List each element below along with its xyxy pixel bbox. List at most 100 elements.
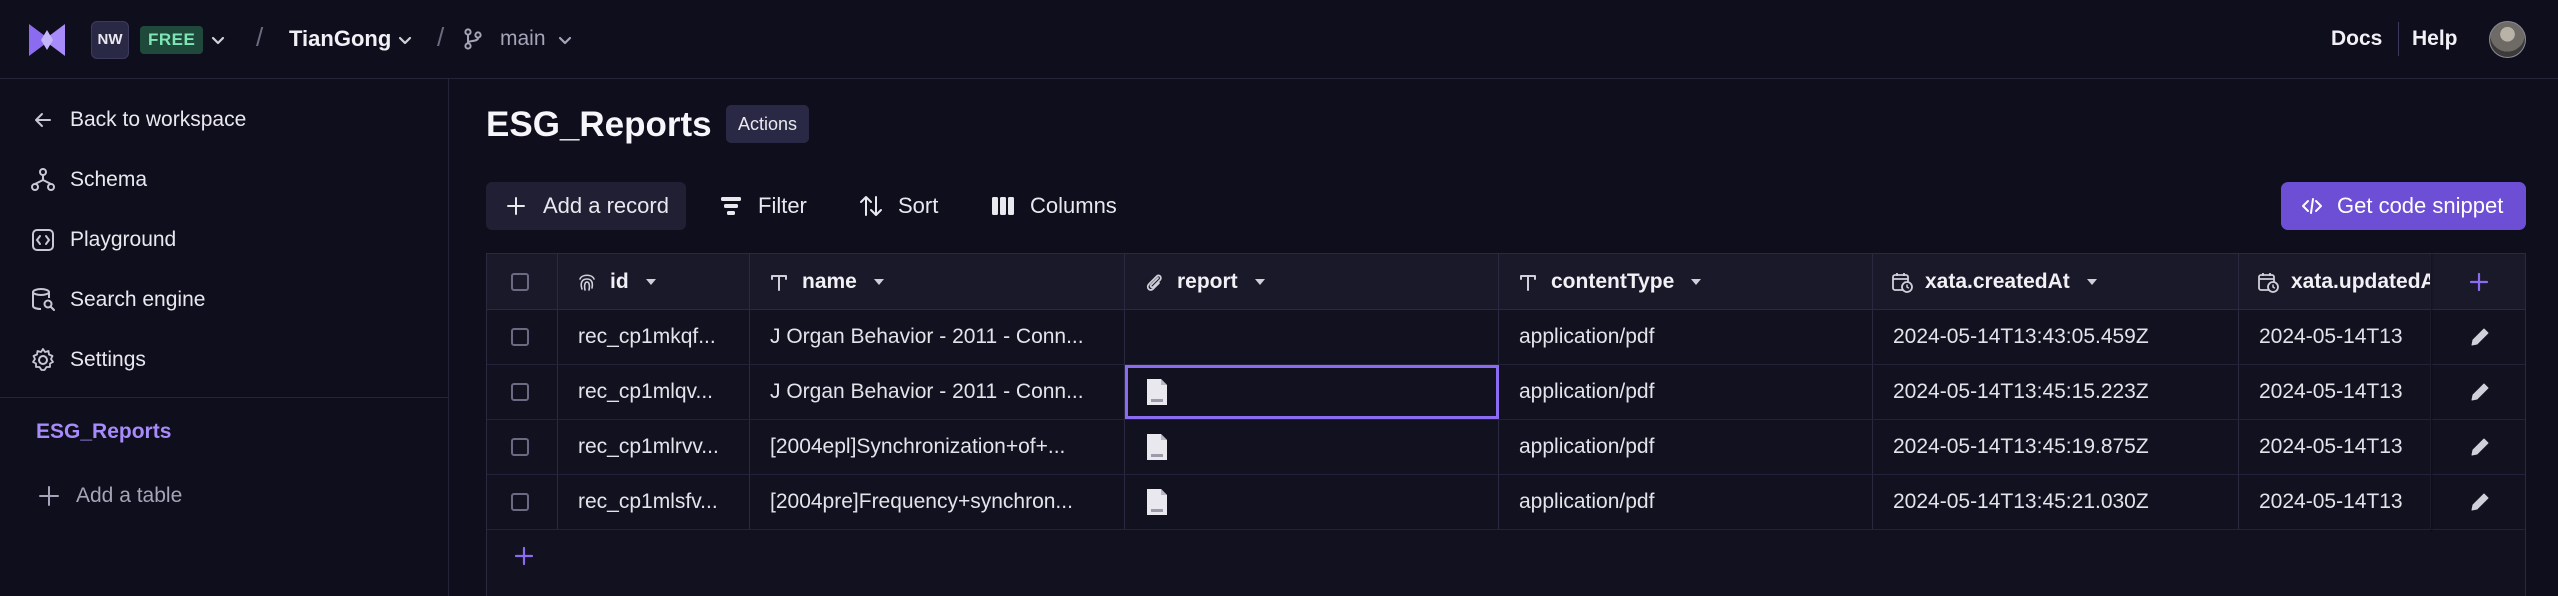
row-checkbox[interactable] bbox=[511, 328, 529, 346]
add-column-button[interactable] bbox=[2430, 254, 2525, 309]
sidebar-table-esg-reports[interactable]: ESG_Reports bbox=[36, 420, 171, 444]
branch-name[interactable]: main bbox=[500, 27, 546, 51]
column-header-id[interactable]: id bbox=[558, 254, 750, 309]
file-thumbnail-icon[interactable] bbox=[1145, 488, 1169, 516]
cell-updatedat[interactable]: 2024-05-14T13 bbox=[2239, 365, 2430, 419]
cell-contenttype[interactable]: application/pdf bbox=[1499, 475, 1873, 529]
workspace-avatar[interactable]: NW bbox=[91, 21, 129, 59]
file-thumbnail-icon[interactable] bbox=[1145, 433, 1169, 461]
row-checkbox-cell bbox=[487, 420, 558, 474]
user-avatar[interactable] bbox=[2489, 21, 2526, 58]
plus-icon bbox=[507, 197, 525, 215]
pencil-icon[interactable] bbox=[2468, 380, 2492, 404]
cell-id[interactable]: rec_cp1mlrvv... bbox=[558, 420, 750, 474]
chevron-down-icon[interactable] bbox=[556, 31, 574, 49]
column-header-report[interactable]: report bbox=[1125, 254, 1499, 309]
sidebar-item-playground[interactable]: Playground bbox=[30, 225, 176, 255]
row-edit-cell bbox=[2430, 420, 2525, 474]
breadcrumb-separator: / bbox=[437, 22, 445, 52]
git-branch-icon bbox=[464, 28, 482, 50]
column-header-createdat[interactable]: xata.createdAt bbox=[1873, 254, 2239, 309]
column-scroll-shadow bbox=[2430, 254, 2434, 532]
docs-link[interactable]: Docs bbox=[2331, 27, 2382, 51]
calendar-clock-icon bbox=[2258, 272, 2279, 293]
column-header-contenttype[interactable]: contentType bbox=[1499, 254, 1873, 309]
project-name[interactable]: TianGong bbox=[289, 26, 391, 52]
pencil-icon[interactable] bbox=[2468, 435, 2492, 459]
row-checkbox[interactable] bbox=[511, 493, 529, 511]
sort-button[interactable]: Sort bbox=[858, 182, 938, 230]
column-header-updatedat[interactable]: xata.updatedAt bbox=[2239, 254, 2430, 309]
chevron-down-icon[interactable] bbox=[396, 31, 414, 49]
pencil-icon[interactable] bbox=[2468, 490, 2492, 514]
caret-down-icon[interactable] bbox=[2086, 277, 2098, 287]
cell-contenttype[interactable]: application/pdf bbox=[1499, 420, 1873, 474]
table-row[interactable]: rec_cp1mlrvv... [2004epl]Synchronization… bbox=[487, 420, 2525, 475]
sidebar: Back to workspace Schema Playground Sear… bbox=[0, 79, 449, 596]
cell-createdat[interactable]: 2024-05-14T13:45:21.030Z bbox=[1873, 475, 2239, 529]
cell-createdat[interactable]: 2024-05-14T13:43:05.459Z bbox=[1873, 310, 2239, 364]
column-header-label: id bbox=[610, 269, 629, 293]
cell-updatedat[interactable]: 2024-05-14T13 bbox=[2239, 420, 2430, 474]
sidebar-item-schema[interactable]: Schema bbox=[30, 165, 147, 195]
row-checkbox[interactable] bbox=[511, 383, 529, 401]
sidebar-item-settings[interactable]: Settings bbox=[30, 345, 146, 375]
add-record-button[interactable]: Add a record bbox=[486, 182, 686, 230]
row-checkbox-cell bbox=[487, 310, 558, 364]
add-table-button[interactable]: Add a table bbox=[36, 483, 182, 509]
plan-badge: FREE bbox=[140, 26, 204, 54]
cell-name[interactable]: [2004epl]Synchronization+of+... bbox=[750, 420, 1125, 474]
add-row-plus-icon[interactable] bbox=[514, 546, 534, 566]
file-thumbnail-icon[interactable] bbox=[1145, 378, 1169, 406]
caret-down-icon[interactable] bbox=[1254, 277, 1266, 287]
column-header-label: xata.createdAt bbox=[1925, 269, 2070, 293]
add-table-label: Add a table bbox=[76, 484, 183, 507]
actions-button[interactable]: Actions bbox=[726, 105, 810, 143]
cell-name[interactable]: J Organ Behavior - 2011 - Conn... bbox=[750, 365, 1125, 419]
breadcrumb-separator: / bbox=[256, 22, 264, 52]
filter-button[interactable]: Filter bbox=[718, 182, 807, 230]
get-code-snippet-button[interactable]: Get code snippet bbox=[2281, 182, 2526, 230]
records-table: id name report contentType xata.createdA… bbox=[486, 253, 2526, 596]
sidebar-item-back-to-workspace[interactable]: Back to workspace bbox=[30, 105, 246, 135]
table-row[interactable]: rec_cp1mlqv... J Organ Behavior - 2011 -… bbox=[487, 365, 2525, 420]
cell-createdat[interactable]: 2024-05-14T13:45:15.223Z bbox=[1873, 365, 2239, 419]
caret-down-icon[interactable] bbox=[645, 277, 657, 287]
cell-createdat[interactable]: 2024-05-14T13:45:19.875Z bbox=[1873, 420, 2239, 474]
cell-report-selected[interactable] bbox=[1125, 365, 1499, 419]
row-checkbox-cell bbox=[487, 365, 558, 419]
main-content: ESG_Reports Actions Add a record Filter … bbox=[449, 79, 2558, 596]
sidebar-item-label: Back to workspace bbox=[70, 108, 247, 131]
cell-updatedat[interactable]: 2024-05-14T13 bbox=[2239, 475, 2430, 529]
cell-id[interactable]: rec_cp1mkqf... bbox=[558, 310, 750, 364]
cell-updatedat[interactable]: 2024-05-14T13 bbox=[2239, 310, 2430, 364]
cell-name[interactable]: J Organ Behavior - 2011 - Conn... bbox=[750, 310, 1125, 364]
page-title: ESG_Reports bbox=[486, 105, 712, 144]
cell-name[interactable]: [2004pre]Frequency+synchron... bbox=[750, 475, 1125, 529]
caret-down-icon[interactable] bbox=[873, 277, 885, 287]
cell-id[interactable]: rec_cp1mlqv... bbox=[558, 365, 750, 419]
pencil-icon[interactable] bbox=[2468, 325, 2492, 349]
table-row[interactable]: rec_cp1mlsfv... [2004pre]Frequency+synch… bbox=[487, 475, 2525, 530]
table-row[interactable]: rec_cp1mkqf... J Organ Behavior - 2011 -… bbox=[487, 310, 2525, 365]
column-header-name[interactable]: name bbox=[750, 254, 1125, 309]
fingerprint-icon bbox=[579, 273, 595, 291]
cell-report[interactable] bbox=[1125, 420, 1499, 474]
caret-down-icon[interactable] bbox=[1690, 277, 1702, 287]
help-link[interactable]: Help bbox=[2412, 27, 2458, 51]
header-checkbox-cell bbox=[487, 254, 558, 309]
columns-button[interactable]: Columns bbox=[990, 182, 1117, 230]
select-all-checkbox[interactable] bbox=[511, 272, 529, 291]
cell-report[interactable] bbox=[1125, 310, 1499, 364]
cell-report[interactable] bbox=[1125, 475, 1499, 529]
row-checkbox[interactable] bbox=[511, 438, 529, 456]
cell-contenttype[interactable]: application/pdf bbox=[1499, 310, 1873, 364]
cell-contenttype[interactable]: application/pdf bbox=[1499, 365, 1873, 419]
xata-logo-icon[interactable] bbox=[27, 22, 67, 58]
paperclip-icon bbox=[1146, 274, 1162, 291]
divider bbox=[2398, 22, 2399, 56]
chevron-down-icon[interactable] bbox=[209, 31, 227, 49]
sidebar-item-search-engine[interactable]: Search engine bbox=[30, 285, 205, 315]
plus-icon bbox=[2469, 272, 2489, 291]
cell-id[interactable]: rec_cp1mlsfv... bbox=[558, 475, 750, 529]
